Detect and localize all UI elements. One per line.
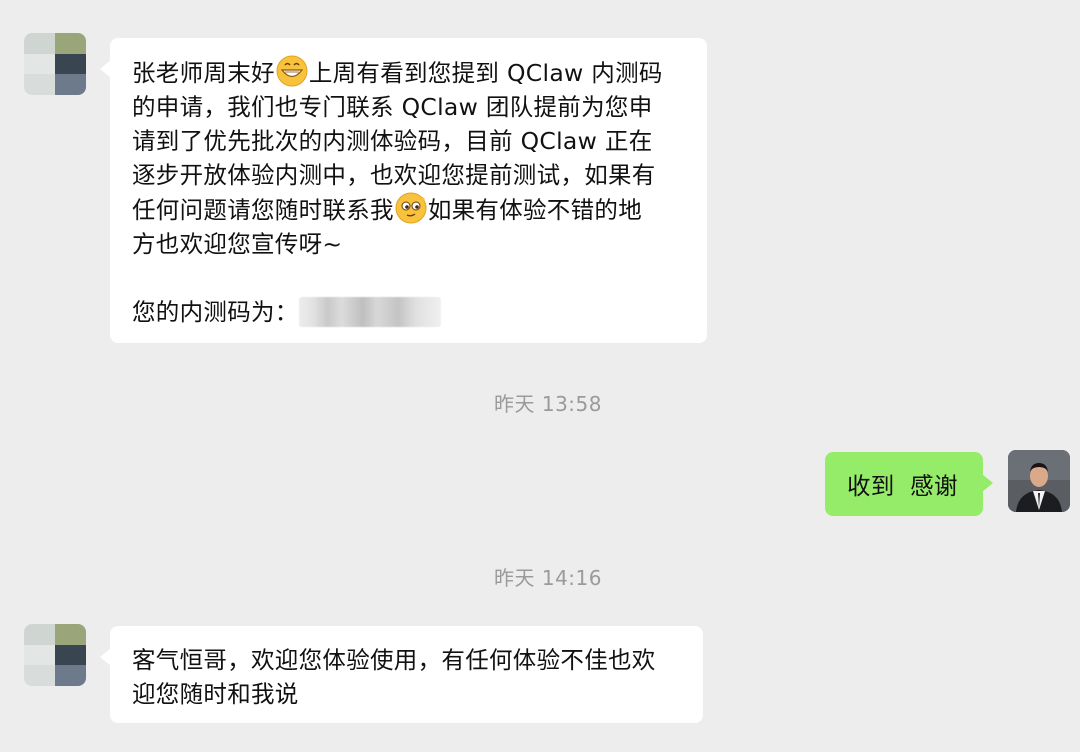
avatar-pixelated-image [24, 624, 86, 686]
person-avatar-image [1008, 450, 1070, 512]
sent-message-bubble[interactable]: 收到 感谢 [825, 452, 993, 516]
received-message-bubble[interactable]: 客气恒哥，欢迎您体验使用，有任何体验不佳也欢 迎您随时和我说 [100, 626, 703, 723]
message-line: 任何问题请您随时联系我 如果有体验不错的地 [132, 192, 685, 227]
received-message-bubble[interactable]: 张老师周末好 上周有看到您提到 QClaw 内测码 的申请，我们也专门联系 QCl… [100, 38, 707, 343]
message-line: 的申请，我们也专门联系 QClaw 团队提前为您申 [132, 93, 653, 121]
message-timestamp: 昨天 13:58 [494, 392, 602, 416]
redacted-invite-code [298, 297, 441, 327]
message-text: 上周有看到您提到 QClaw 内测码 [308, 59, 663, 87]
avatar-pixelated-image [24, 33, 86, 95]
message-line: 迎您随时和我说 [132, 680, 299, 708]
message-line: 张老师周末好 上周有看到您提到 QClaw 内测码 [132, 55, 685, 90]
message-line: 客气恒哥，欢迎您体验使用，有任何体验不佳也欢 [132, 646, 656, 674]
message-text: 收到 感谢 [847, 472, 958, 500]
grin-emoji-icon [276, 55, 308, 87]
contact-avatar[interactable] [24, 624, 86, 686]
contact-avatar[interactable] [24, 33, 86, 95]
wink-emoji-icon [395, 192, 427, 224]
message-line: 方也欢迎您宣传呀~ [132, 230, 343, 258]
message-text: 如果有体验不错的地 [427, 196, 643, 224]
invite-code-label: 您的内测码为： [132, 298, 299, 326]
message-timestamp: 昨天 14:16 [494, 566, 602, 590]
message-line: 逐步开放体验内测中，也欢迎您提前测试，如果有 [132, 161, 656, 189]
message-text: 张老师周末好 [132, 59, 275, 87]
message-text: 任何问题请您随时联系我 [132, 196, 394, 224]
message-line: 您的内测码为： [132, 295, 685, 329]
message-line: 请到了优先批次的内测体验码，目前 QClaw 正在 [132, 127, 653, 155]
my-avatar[interactable] [1008, 450, 1070, 512]
